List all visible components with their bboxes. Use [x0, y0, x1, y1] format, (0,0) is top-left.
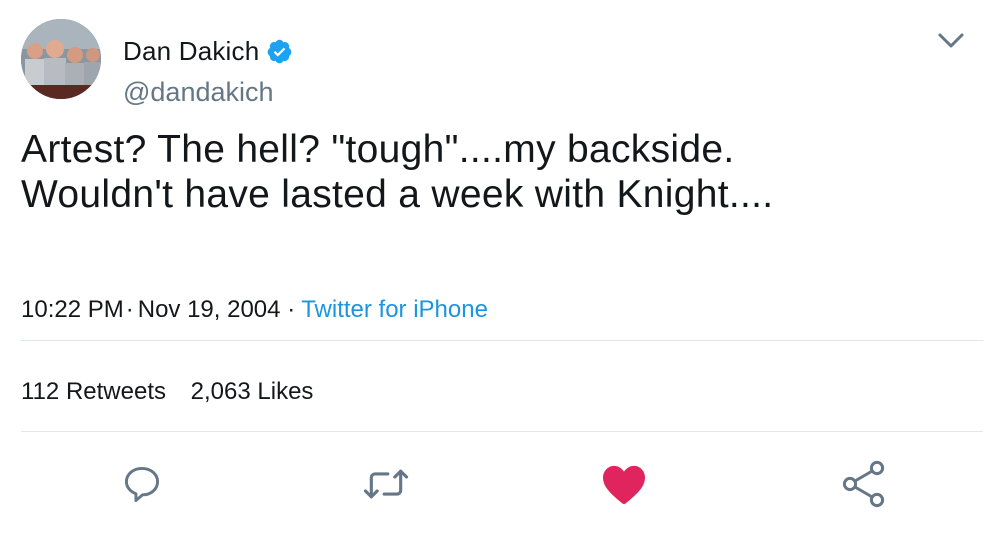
retweets-label: Retweets	[65, 378, 166, 405]
tweet-text: Artest? The hell? "tough"....my backside…	[21, 127, 981, 217]
retweets-stat[interactable]: 112 Retweets	[21, 378, 173, 405]
retweet-icon	[362, 462, 410, 511]
user-name-row[interactable]: Dan Dakich	[123, 34, 293, 68]
display-name[interactable]: Dan Dakich	[123, 36, 259, 67]
divider	[21, 340, 983, 341]
user-handle[interactable]: @dandakich	[123, 77, 274, 108]
heart-icon	[601, 463, 647, 510]
likes-count: 2,063	[190, 378, 251, 405]
tweet-text-line: Artest? The hell? "tough"....my backside…	[21, 128, 735, 171]
share-button[interactable]	[840, 460, 888, 510]
verified-badge-icon	[266, 38, 293, 65]
likes-stat[interactable]: 2,063 Likes	[191, 378, 314, 405]
tweet-text-line: Wouldn't have lasted a week with Knight.…	[21, 173, 774, 216]
retweet-button[interactable]	[362, 462, 410, 510]
share-icon	[840, 459, 888, 514]
retweets-count: 112	[21, 378, 60, 405]
profile-photo	[21, 19, 101, 99]
avatar[interactable]	[21, 19, 101, 99]
divider	[21, 431, 983, 432]
tweet-date[interactable]: Nov 19, 2004	[138, 296, 281, 323]
reply-button[interactable]	[118, 462, 166, 510]
tweet-stats: 112 Retweets 2,063 Likes	[21, 378, 331, 406]
tweet-source-link[interactable]: Twitter for iPhone	[301, 296, 488, 323]
tweet-time[interactable]: 10:22 PM	[21, 296, 124, 323]
chevron-down-icon[interactable]	[935, 27, 967, 55]
source-separator: ·	[287, 296, 296, 323]
likes-label: Likes	[257, 378, 314, 405]
meta-separator: ·	[125, 296, 134, 323]
tweet-meta: 10:22 PM· Nov 19, 2004 · Twitter for iPhon…	[21, 296, 488, 324]
reply-icon	[120, 462, 164, 511]
like-button[interactable]	[600, 462, 648, 510]
